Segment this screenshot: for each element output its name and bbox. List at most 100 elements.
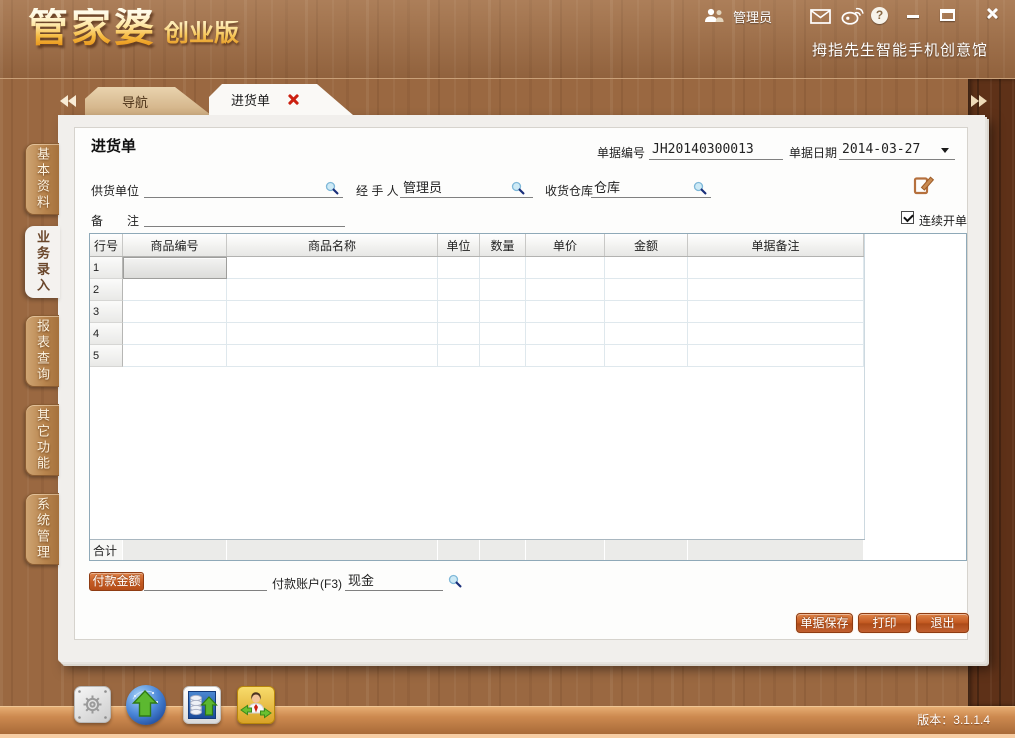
continuous-billing-checkbox[interactable]	[901, 211, 914, 224]
settings-icon[interactable]	[74, 686, 111, 723]
selected-cell[interactable]	[123, 257, 227, 279]
table-cell[interactable]	[605, 257, 688, 279]
tab-navigation-label: 导航	[122, 92, 148, 111]
table-cell[interactable]	[526, 345, 605, 367]
column-header-4[interactable]: 单位	[438, 234, 480, 256]
remark-input[interactable]	[144, 207, 345, 227]
sidebar-item-business-entry[interactable]: 业务录入	[25, 226, 60, 298]
handler-lookup-icon[interactable]	[511, 181, 525, 201]
row-number-cell[interactable]: 1	[90, 257, 123, 279]
close-button[interactable]	[986, 7, 999, 20]
doc-date-input[interactable]: 2014-03-27	[839, 140, 955, 160]
table-cell[interactable]	[526, 279, 605, 301]
table-cell[interactable]	[123, 345, 227, 367]
table-cell[interactable]	[123, 323, 227, 345]
table-cell[interactable]	[605, 279, 688, 301]
column-header-6[interactable]: 单价	[526, 234, 605, 256]
column-header-2[interactable]: 商品编号	[123, 234, 227, 256]
minimize-button[interactable]	[907, 15, 919, 18]
table-cell[interactable]	[438, 279, 480, 301]
row-number-cell[interactable]: 5	[90, 345, 123, 367]
total-row: 合计	[90, 539, 865, 560]
column-header-3[interactable]: 商品名称	[227, 234, 438, 256]
table-cell[interactable]	[123, 301, 227, 323]
handler-value: 管理员	[403, 180, 442, 195]
page-title: 进货单	[91, 135, 136, 156]
column-header-5[interactable]: 数量	[480, 234, 526, 256]
table-cell[interactable]	[688, 323, 864, 345]
tab-scroll-right-icon[interactable]	[971, 95, 987, 107]
table-cell[interactable]	[438, 257, 480, 279]
table-cell[interactable]	[526, 301, 605, 323]
current-user[interactable]: 管理员	[704, 7, 772, 26]
tab-navigation[interactable]: 导航	[85, 87, 211, 115]
row-number-cell[interactable]: 2	[90, 279, 123, 301]
table-cell[interactable]	[605, 323, 688, 345]
maximize-button[interactable]	[940, 9, 955, 21]
handler-label: 经 手 人	[356, 182, 399, 199]
sidebar-item-basic-data[interactable]: 基本资料	[25, 143, 59, 215]
payment-amount-chip[interactable]: 付款金额	[89, 572, 144, 591]
row-number-cell[interactable]: 4	[90, 323, 123, 345]
column-header-1[interactable]: 行号	[90, 234, 123, 256]
sidebar-item-other-functions[interactable]: 其它功能	[25, 404, 59, 476]
handler-input[interactable]: 管理员	[400, 178, 533, 198]
table-row: 4	[90, 323, 864, 345]
table-cell[interactable]	[227, 345, 438, 367]
payment-account-input[interactable]: 现金	[345, 571, 443, 591]
table-cell[interactable]	[480, 301, 526, 323]
doc-no-value[interactable]: JH20140300013	[649, 140, 783, 160]
sidebar-item-system-management[interactable]: 系统管理	[25, 493, 59, 565]
tab-purchase-order[interactable]: 进货单	[209, 84, 353, 115]
total-cell	[688, 540, 864, 560]
network-sync-icon[interactable]	[126, 685, 166, 725]
table-cell[interactable]	[227, 257, 438, 279]
table-cell[interactable]	[438, 345, 480, 367]
table-cell[interactable]	[227, 323, 438, 345]
sidebar-item-report-query[interactable]: 报表查询	[25, 315, 59, 387]
table-cell[interactable]	[688, 279, 864, 301]
table-cell[interactable]	[438, 301, 480, 323]
warehouse-lookup-icon[interactable]	[693, 181, 707, 201]
table-cell[interactable]	[227, 301, 438, 323]
column-header-7[interactable]: 金额	[605, 234, 688, 256]
table-cell[interactable]	[605, 301, 688, 323]
table-cell[interactable]	[227, 279, 438, 301]
table-cell[interactable]	[480, 345, 526, 367]
table-cell[interactable]	[480, 279, 526, 301]
table-cell[interactable]	[438, 323, 480, 345]
exit-button[interactable]: 退出	[916, 613, 969, 633]
column-header-8[interactable]: 单据备注	[688, 234, 864, 256]
supplier-lookup-icon[interactable]	[325, 181, 339, 201]
warehouse-input[interactable]: 仓库	[591, 178, 711, 198]
tab-scroll-left-icon[interactable]	[60, 95, 76, 107]
table-cell[interactable]	[526, 257, 605, 279]
left-arrow-icon	[60, 95, 68, 107]
save-button[interactable]: 单据保存	[796, 613, 853, 633]
row-number-cell[interactable]: 3	[90, 301, 123, 323]
mail-icon[interactable]	[810, 9, 831, 29]
items-table: 行号商品编号商品名称单位数量单价金额单据备注 12345 合计	[89, 233, 967, 561]
weibo-icon[interactable]	[841, 6, 864, 30]
table-cell[interactable]	[688, 301, 864, 323]
version-label: 版本：3.1.1.4	[917, 711, 990, 728]
table-cell[interactable]	[480, 323, 526, 345]
edit-icon[interactable]	[913, 174, 935, 196]
table-cell[interactable]	[605, 345, 688, 367]
date-dropdown-icon[interactable]	[941, 148, 949, 153]
table-cell[interactable]	[123, 279, 227, 301]
table-cell[interactable]	[688, 345, 864, 367]
table-cell[interactable]	[688, 257, 864, 279]
print-button[interactable]: 打印	[858, 613, 911, 633]
payment-amount-input[interactable]	[144, 571, 267, 591]
user-switch-icon[interactable]	[237, 686, 275, 724]
help-icon[interactable]: ?	[871, 7, 888, 24]
database-backup-icon[interactable]	[183, 686, 221, 724]
payment-account-lookup-icon[interactable]	[448, 574, 462, 593]
app-header: 管家婆 创业版 管理员 ? 拇指先生智能手机创意馆	[0, 0, 1015, 79]
doc-date-label: 单据日期	[789, 144, 837, 161]
supplier-input[interactable]	[144, 178, 343, 198]
table-cell[interactable]	[526, 323, 605, 345]
table-cell[interactable]	[480, 257, 526, 279]
close-tab-icon[interactable]	[287, 93, 300, 106]
